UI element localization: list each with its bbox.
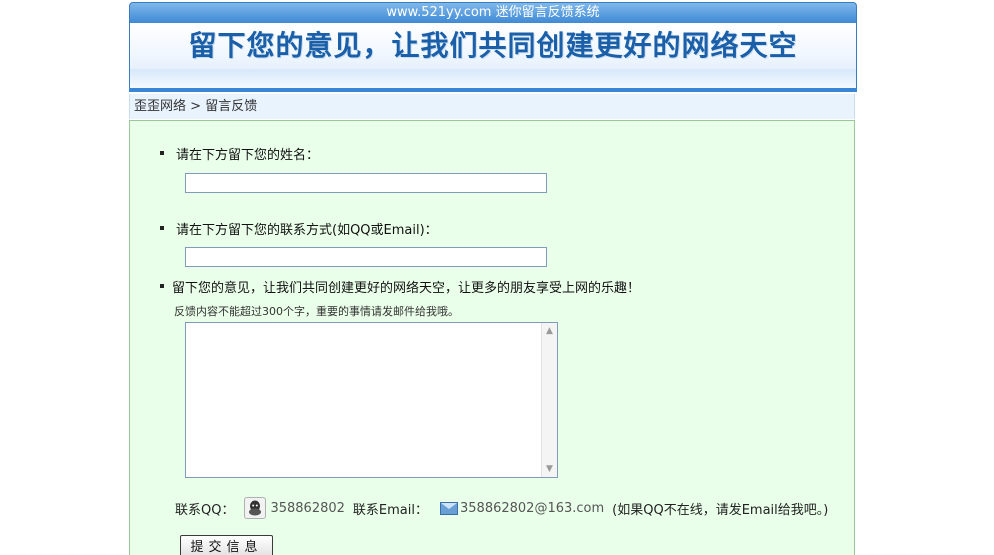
qq-value: 358862802 xyxy=(270,500,345,516)
scroll-up-icon[interactable]: ▲ xyxy=(542,323,557,339)
name-label: 请在下方留下您的姓名： xyxy=(176,148,320,163)
bullet-icon xyxy=(160,151,164,155)
bullet-icon xyxy=(160,226,164,230)
scroll-down-icon[interactable]: ▼ xyxy=(542,461,557,477)
breadcrumb-current: 留言反馈 xyxy=(205,99,258,114)
message-hint: 反馈内容不能超过300个字，重要的事情请发邮件给我哦。 xyxy=(174,305,459,318)
banner-divider xyxy=(129,88,857,92)
breadcrumb-home[interactable]: 歪歪网络 xyxy=(134,99,186,114)
site-title-bar: www.521yy.com 迷你留言反馈系统 xyxy=(129,2,857,24)
textarea-scrollbar[interactable]: ▲ ▼ xyxy=(541,323,557,477)
qq-label: 联系QQ： xyxy=(175,502,235,518)
header-banner: 留下您的意见，让我们共同创建更好的网络天空 xyxy=(129,23,857,69)
feedback-form: 请在下方留下您的姓名： 请在下方留下您的联系方式(如QQ或Email)： 留下您… xyxy=(129,120,855,555)
mail-icon[interactable] xyxy=(440,501,458,515)
message-label: 留下您的意见，让我们共同创建更好的网络天空，让更多的朋友享受上网的乐趣！ xyxy=(172,281,641,296)
submit-button[interactable]: 提交信息 xyxy=(180,535,273,555)
email-label: 联系Email： xyxy=(352,502,428,518)
email-value[interactable]: 358862802@163.com xyxy=(460,501,604,516)
qq-icon[interactable] xyxy=(244,497,267,519)
contact-info: 联系QQ： 358862802 联系Email： 358862802@163.c… xyxy=(175,497,828,519)
name-input[interactable] xyxy=(185,173,547,193)
contact-input[interactable] xyxy=(185,247,547,267)
breadcrumb-separator: > xyxy=(190,99,202,114)
contact-label: 请在下方留下您的联系方式(如QQ或Email)： xyxy=(176,223,438,238)
slogan-title: 留下您的意见，让我们共同创建更好的网络天空 xyxy=(188,29,798,62)
banner-strip xyxy=(129,69,857,88)
breadcrumb: 歪歪网络 > 留言反馈 xyxy=(129,94,855,119)
page-container: www.521yy.com 迷你留言反馈系统 留下您的意见，让我们共同创建更好的… xyxy=(129,0,857,555)
message-textarea[interactable]: ▲ ▼ xyxy=(185,322,558,478)
contact-note: (如果QQ不在线，请发Email给我吧。) xyxy=(612,502,829,518)
bullet-icon xyxy=(160,284,164,288)
